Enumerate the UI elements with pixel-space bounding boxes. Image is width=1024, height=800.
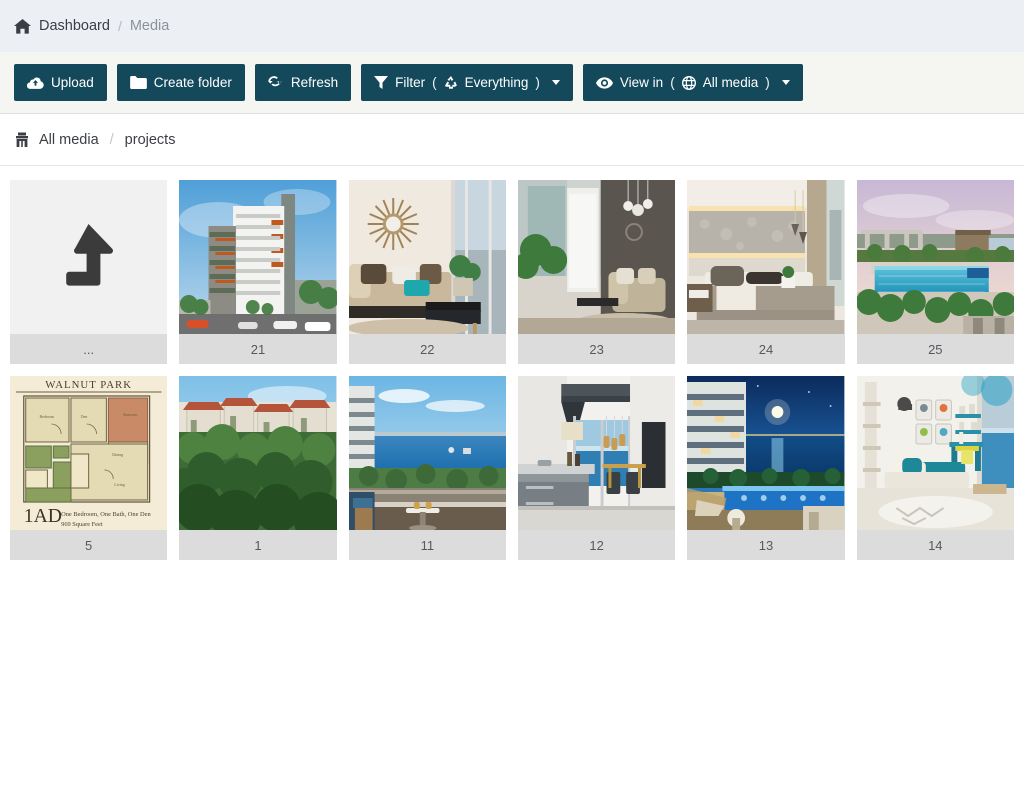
refresh-icon (267, 76, 284, 89)
path-current-folder: projects (124, 131, 176, 148)
media-tile[interactable]: WALNUT PARK Bedroom Den Sunroom Dining L… (10, 376, 168, 560)
media-caption: 24 (687, 334, 845, 364)
living-room-green-art (517, 180, 676, 334)
archive-icon (14, 132, 30, 148)
cloud-upload-icon (27, 76, 44, 89)
breadcrumb: Dashboard / Media (14, 18, 169, 34)
svg-text:Bedroom: Bedroom (39, 414, 55, 419)
media-caption: 21 (179, 334, 337, 364)
media-caption: 23 (517, 334, 676, 364)
hillside-villas-art (179, 376, 337, 530)
svg-text:Dining: Dining (112, 452, 123, 457)
view-in-button-label: View in (619, 75, 664, 90)
media-thumbnail (687, 180, 845, 334)
upload-button-label: Upload (51, 75, 94, 90)
create-folder-button-label: Create folder (153, 75, 232, 90)
folder-path-bar: All media / projects (0, 114, 1024, 166)
breadcrumb-current: Media (129, 18, 170, 34)
eye-icon (595, 76, 613, 89)
filter-button-label: Filter (395, 75, 426, 90)
level-up-icon (60, 222, 118, 292)
svg-text:Living: Living (114, 482, 124, 487)
media-thumbnail (348, 376, 506, 530)
svg-text:Den: Den (81, 414, 88, 419)
media-tile[interactable]: 12 (517, 376, 676, 560)
floorplan-code-text: 1AD (24, 505, 62, 527)
media-thumbnail (179, 376, 337, 530)
media-caption: 5 (10, 530, 168, 560)
svg-text:969 Square Feet: 969 Square Feet (61, 521, 103, 528)
folder-icon (129, 76, 147, 89)
path-all-media-link[interactable]: All media (14, 132, 99, 148)
view-in-close-paren: ) (765, 75, 770, 90)
filter-close-paren: ) (535, 75, 540, 90)
media-tile[interactable]: 22 (348, 180, 506, 364)
filter-value: Everything (464, 75, 529, 90)
top-breadcrumb-bar: Dashboard / Media (0, 0, 1024, 52)
parent-folder-tile[interactable]: ... (10, 180, 168, 364)
refresh-button-label: Refresh (290, 75, 339, 90)
media-grid-container: ... 21 22 23 24 25 WALNUT PARK Bedroom D… (0, 166, 1024, 560)
night-resort-art (687, 376, 845, 530)
floorplan-title-text: WALNUT PARK (45, 379, 132, 391)
view-in-button[interactable]: View in ( All media ) (582, 64, 803, 101)
media-thumbnail: WALNUT PARK Bedroom Den Sunroom Dining L… (10, 376, 168, 530)
create-folder-button[interactable]: Create folder (116, 64, 245, 101)
path-separator: / (109, 131, 114, 148)
media-tile[interactable]: 14 (856, 376, 1014, 560)
living-room-sun-art (348, 180, 506, 334)
floorplan-art: WALNUT PARK Bedroom Den Sunroom Dining L… (10, 376, 168, 530)
media-tile[interactable]: 11 (348, 376, 506, 560)
view-in-value: All media (702, 75, 759, 90)
path-all-media-label: All media (39, 131, 99, 148)
recycle-icon (444, 76, 458, 89)
refresh-button[interactable]: Refresh (254, 64, 352, 101)
media-caption: 25 (856, 334, 1014, 364)
floorplan-desc-text: One Bedroom, One Bath, One Den (61, 511, 151, 518)
media-tile[interactable]: 23 (517, 180, 676, 364)
filter-button[interactable]: Filter ( Everything ) (361, 64, 573, 101)
media-tile[interactable]: 21 (179, 180, 337, 364)
upload-button[interactable]: Upload (14, 64, 107, 101)
toolbar: Upload Create folder Refresh Filter ( Ev… (0, 52, 1024, 114)
media-thumbnail (517, 180, 676, 334)
media-caption: 12 (517, 530, 676, 560)
media-thumbnail (856, 180, 1014, 334)
rooftop-pool-art (856, 180, 1014, 334)
breadcrumb-dashboard-link[interactable]: Dashboard (14, 18, 110, 34)
svg-text:Sunroom: Sunroom (123, 412, 138, 417)
media-tile[interactable]: 25 (856, 180, 1014, 364)
home-icon (14, 18, 31, 34)
breadcrumb-dashboard-label: Dashboard (39, 18, 110, 34)
media-tile[interactable]: 1 (179, 376, 337, 560)
filter-open-paren: ( (432, 75, 437, 90)
media-caption: 22 (348, 334, 506, 364)
media-thumbnail (517, 376, 676, 530)
view-in-open-paren: ( (670, 75, 675, 90)
media-caption: 11 (348, 530, 506, 560)
parent-folder-thumb (10, 180, 168, 334)
balcony-sea-art (348, 376, 506, 530)
media-caption: 1 (179, 530, 337, 560)
breadcrumb-separator: / (117, 18, 122, 34)
media-thumbnail (856, 376, 1014, 530)
bedroom-grey-art (687, 180, 845, 334)
media-tile[interactable]: 13 (687, 376, 845, 560)
media-thumbnail (687, 376, 845, 530)
media-tile[interactable]: 24 (687, 180, 845, 364)
filter-icon (374, 76, 389, 89)
chevron-down-icon (551, 80, 560, 85)
chevron-down-icon (781, 80, 790, 85)
media-thumbnail (348, 180, 506, 334)
highrise-tower-art (179, 180, 337, 334)
globe-icon (681, 75, 696, 90)
media-thumbnail (179, 180, 337, 334)
parent-folder-caption: ... (10, 334, 168, 364)
kitchen-sea-art (517, 376, 676, 530)
media-caption: 14 (856, 530, 1014, 560)
media-grid: ... 21 22 23 24 25 WALNUT PARK Bedroom D… (10, 180, 1014, 560)
kids-bedroom-art (856, 376, 1014, 530)
media-caption: 13 (687, 530, 845, 560)
